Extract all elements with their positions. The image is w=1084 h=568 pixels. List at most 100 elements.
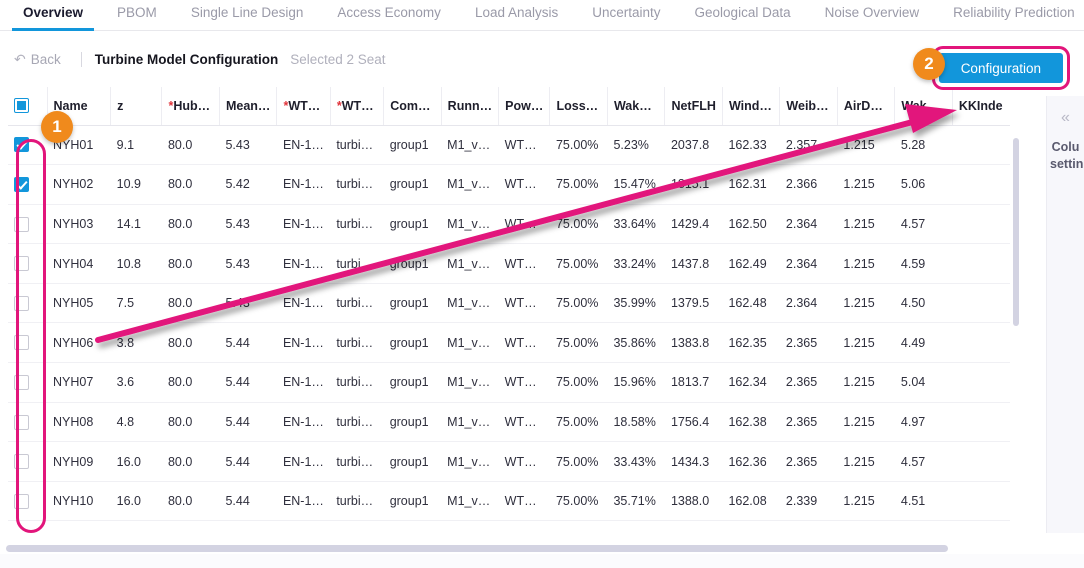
cell-z: 16.0 [110, 481, 162, 522]
row-select-cell[interactable] [8, 243, 47, 284]
table-row[interactable]: NYH08 4.8 80.0 5.44 EN-13... turbine... group1… [8, 402, 1010, 443]
column-header-windpower[interactable]: WindPov [722, 87, 781, 126]
row-checkbox[interactable] [14, 256, 29, 272]
cell-wtgtype2: turbine... [330, 125, 384, 166]
configuration-button[interactable]: Configuration [938, 53, 1063, 83]
cell-airdensity: 1.215 [837, 362, 895, 403]
row-checkbox[interactable] [14, 454, 29, 470]
cell-wtgtype2: turbine... [330, 164, 384, 205]
row-checkbox[interactable] [14, 414, 29, 430]
table-row[interactable]: NYH03 14.1 80.0 5.43 EN-13... turbine... group… [8, 204, 1010, 245]
cell-wakeloss: 35.99% [607, 283, 665, 324]
column-header-component[interactable]: Compon [383, 87, 442, 126]
cell-name: NYH07 [47, 362, 111, 403]
cell-weibullk: 2.357 [779, 125, 838, 166]
tab-uncertainty[interactable]: Uncertainty [575, 0, 677, 30]
table-body: NYH01 9.1 80.0 5.43 EN-13... turbine... group1… [8, 125, 1010, 522]
tab-pbom[interactable]: PBOM [100, 0, 174, 30]
tab-overview[interactable]: Overview [6, 0, 100, 31]
cell-running: M1_v1.0 [441, 402, 499, 443]
row-checkbox[interactable] [14, 216, 29, 232]
row-select-cell[interactable] [8, 402, 47, 443]
table-row[interactable]: NYH07 3.6 80.0 5.44 EN-13... turbine... group1… [8, 362, 1010, 403]
undo-arrow-icon: ↶ [14, 51, 26, 67]
column-header-wtgtype2[interactable]: WTGTy [330, 87, 385, 126]
tab-geological-data[interactable]: Geological Data [678, 0, 808, 30]
cell-name: NYH05 [47, 283, 111, 324]
column-settings-panel[interactable]: « Colu settin [1046, 96, 1084, 533]
main-tab-bar: Overview PBOM Single Line Design Access Eco… [0, 0, 1084, 31]
cell-hubheight: 80.0 [161, 481, 220, 522]
row-checkbox[interactable] [14, 493, 29, 509]
vertical-scrollbar-thumb[interactable] [1013, 138, 1019, 326]
cell-component: group1 [383, 243, 442, 284]
table-row[interactable]: NYH09 16.0 80.0 5.44 EN-13... turbine... group… [8, 441, 1010, 482]
row-select-cell[interactable] [8, 164, 47, 205]
cell-z: 4.8 [110, 402, 162, 443]
back-button[interactable]: ↶ Back [10, 50, 65, 69]
column-header-weibullk[interactable]: WeibullK [779, 87, 838, 126]
double-chevron-left-icon[interactable]: « [1047, 110, 1084, 126]
cell-windpower: 162.08 [722, 481, 780, 522]
cell-powercurve: WTGP... [498, 164, 550, 205]
column-header-wakeloss[interactable]: WakeLos [607, 87, 666, 126]
table-row[interactable]: NYH04 10.8 80.0 5.43 EN-13... turbine... group… [8, 243, 1010, 284]
column-header-wakedws[interactable]: WakedW [894, 87, 953, 126]
column-header-hubheight[interactable]: HubHei [161, 87, 220, 126]
table-row[interactable]: NYH10 16.0 80.0 5.44 EN-13... turbine... group… [8, 481, 1010, 522]
cell-airdensity: 1.215 [837, 204, 895, 245]
select-all-header-cell[interactable] [8, 87, 48, 126]
tab-noise-overview[interactable]: Noise Overview [808, 0, 937, 30]
row-select-cell[interactable] [8, 362, 47, 403]
horizontal-scrollbar-thumb[interactable] [6, 545, 948, 552]
column-header-airdensity[interactable]: AirDensi [837, 87, 896, 126]
row-checkbox[interactable] [14, 374, 29, 390]
cell-netflh: 1388.0 [664, 481, 723, 522]
cell-name: NYH04 [47, 243, 111, 284]
column-header-powercurve[interactable]: PowerCu [498, 87, 551, 126]
tab-reliability-prediction[interactable]: Reliability Prediction [936, 0, 1084, 30]
column-header-netflh[interactable]: NetFLH [664, 87, 723, 126]
table-row[interactable]: NYH01 9.1 80.0 5.43 EN-13... turbine... group1… [8, 125, 1010, 166]
cell-meanspeed: 5.43 [219, 204, 277, 245]
cell-name: NYH10 [47, 481, 111, 522]
cell-wtgtype2: turbine... [330, 322, 384, 364]
cell-kkindex [952, 243, 1010, 284]
cell-z: 9.1 [110, 125, 162, 166]
cell-wakedws: 5.04 [894, 362, 953, 403]
select-all-checkbox[interactable] [14, 98, 29, 114]
row-checkbox[interactable] [14, 295, 29, 311]
row-checkbox[interactable] [14, 137, 29, 153]
cell-wakeloss: 33.43% [607, 441, 665, 482]
row-select-cell[interactable] [8, 441, 47, 482]
row-checkbox[interactable] [14, 335, 29, 351]
cell-hubheight: 80.0 [161, 322, 220, 364]
column-header-kkindex[interactable]: KKInde [952, 87, 1010, 126]
row-select-cell[interactable] [8, 322, 47, 364]
row-select-cell[interactable] [8, 204, 47, 245]
cell-meanspeed: 5.43 [219, 125, 277, 166]
column-header-meanspeed[interactable]: MeanSp [219, 87, 278, 126]
column-header-lossfactor[interactable]: LossFac [549, 87, 608, 126]
tab-access-economy[interactable]: Access Economy [320, 0, 458, 30]
table-header: NamezHubHeiMeanSpWTGTyWTGTyComponRunning… [8, 87, 1010, 126]
cell-kkindex [952, 204, 1010, 245]
cell-windpower: 162.49 [722, 243, 780, 284]
row-select-cell[interactable] [8, 283, 47, 324]
table-row[interactable]: NYH06 3.8 80.0 5.44 EN-13... turbine... group1… [8, 322, 1010, 364]
back-label: Back [30, 51, 61, 67]
column-header-running[interactable]: Running [441, 87, 500, 126]
tab-single-line-design[interactable]: Single Line Design [174, 0, 321, 30]
cell-hubheight: 80.0 [161, 402, 220, 443]
turbine-config-page: Overview PBOM Single Line Design Access Eco… [0, 0, 1084, 568]
cell-lossfactor: 75.00% [549, 402, 608, 443]
column-header-wtgtype1[interactable]: WTGTy [276, 87, 331, 126]
row-select-cell[interactable] [8, 481, 47, 522]
row-checkbox[interactable] [14, 176, 29, 192]
table-row[interactable]: NYH02 10.9 80.0 5.42 EN-13... turbine... group… [8, 164, 1010, 205]
cell-hubheight: 80.0 [161, 362, 220, 403]
cell-windpower: 162.33 [722, 125, 780, 166]
tab-load-analysis[interactable]: Load Analysis [458, 0, 575, 30]
table-row[interactable]: NYH05 7.5 80.0 5.43 EN-13... turbine... group1… [8, 283, 1010, 324]
column-header-z[interactable]: z [110, 87, 163, 126]
